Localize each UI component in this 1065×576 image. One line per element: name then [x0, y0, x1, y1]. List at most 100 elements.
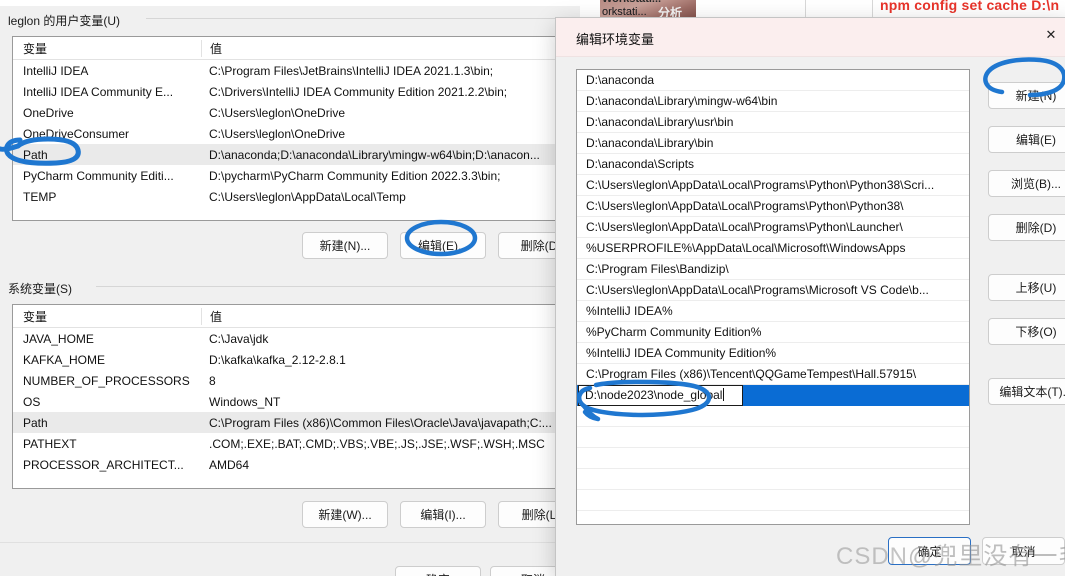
watermark-prefix: CSDN [836, 543, 909, 570]
list-item[interactable]: %IntelliJ IDEA% [577, 301, 969, 322]
table-row[interactable]: OS Windows_NT [13, 391, 566, 412]
variable-name: PROCESSOR_ARCHITECT... [23, 457, 184, 472]
table-row[interactable]: KAFKA_HOME D:\kafka\kafka_2.12-2.8.1 [13, 349, 566, 370]
variable-name: OS [23, 394, 41, 409]
move-up-button[interactable]: 上移(U) [988, 274, 1065, 301]
system-variables-group-label: 系统变量(S) [8, 282, 72, 296]
variable-name: Path [23, 415, 48, 430]
variable-value: D:\kafka\kafka_2.12-2.8.1 [209, 352, 346, 367]
variable-value: C:\Users\leglon\OneDrive [209, 126, 346, 141]
background-thumb-text-top: Workstati... [602, 0, 661, 5]
list-item[interactable]: C:\Users\leglon\AppData\Local\Programs\P… [577, 217, 969, 238]
list-item[interactable]: C:\Users\leglon\AppData\Local\Programs\P… [577, 196, 969, 217]
system-edit-button[interactable]: 编辑(I)... [400, 501, 486, 528]
new-button[interactable]: 新建(N) [988, 82, 1065, 109]
table-row-path-selected[interactable]: Path D:\anaconda;D:\anaconda\Library\min… [13, 144, 566, 165]
edit-dialog-titlebar: 编辑环境变量 ✕ [556, 18, 1065, 57]
edit-button[interactable]: 编辑(E) [988, 126, 1065, 153]
system-variables-group-rule [96, 286, 566, 287]
variable-value: 8 [209, 373, 216, 388]
user-col-variable[interactable]: 变量 [13, 40, 201, 57]
list-item-empty[interactable] [577, 469, 969, 490]
user-variables-group-label: leglon 的用户变量(U) [8, 14, 121, 28]
path-entries-listbox[interactable]: D:\anaconda D:\anaconda\Library\mingw-w6… [576, 69, 970, 525]
list-item-empty[interactable] [577, 490, 969, 511]
list-item-empty[interactable] [577, 511, 969, 524]
table-row[interactable]: PROCESSOR_ARCHITECT... AMD64 [13, 454, 566, 475]
user-variables-listbox[interactable]: 变量 值 IntelliJ IDEA C:\Program Files\JetB… [12, 36, 567, 221]
bg-divider-left [805, 0, 806, 20]
list-item[interactable]: D:\anaconda [577, 70, 969, 91]
table-row[interactable]: JAVA_HOME C:\Java\jdk [13, 328, 566, 349]
variable-name: IntelliJ IDEA Community E... [23, 84, 174, 99]
close-icon[interactable]: ✕ [1036, 24, 1065, 46]
table-row[interactable]: PyCharm Community Editi... D:\pycharm\Py… [13, 165, 566, 186]
variable-value: C:\Program Files (x86)\Common Files\Orac… [209, 415, 552, 430]
text-caret [723, 388, 725, 401]
table-row[interactable]: IntelliJ IDEA Community E... C:\Drivers\… [13, 81, 566, 102]
variable-value: C:\Drivers\IntelliJ IDEA Community Editi… [209, 84, 508, 99]
system-col-value[interactable]: 值 [201, 307, 566, 325]
list-item[interactable]: D:\anaconda\Scripts [577, 154, 969, 175]
list-item[interactable]: C:\Program Files (x86)\Tencent\QQGameTem… [577, 364, 969, 385]
variable-name: PyCharm Community Editi... [23, 168, 174, 183]
path-entry-input[interactable]: D:\node2023\node_global [578, 385, 743, 406]
table-row[interactable]: PATHEXT .COM;.EXE;.BAT;.CMD;.VBS;.VBE;.J… [13, 433, 566, 454]
list-item[interactable]: D:\anaconda\Library\mingw-w64\bin [577, 91, 969, 112]
table-row[interactable]: OneDriveConsumer C:\Users\leglon\OneDriv… [13, 123, 566, 144]
system-col-variable[interactable]: 变量 [13, 308, 201, 325]
user-col-value[interactable]: 值 [201, 39, 566, 57]
environment-variables-dialog: leglon 的用户变量(U) 变量 值 IntelliJ IDEA C:\Pr… [0, 6, 584, 576]
variable-name: OneDriveConsumer [23, 126, 130, 141]
variable-value: D:\anaconda;D:\anaconda\Library\mingw-w6… [209, 147, 540, 162]
edit-environment-variable-dialog: 编辑环境变量 ✕ D:\anaconda D:\anaconda\Library… [556, 18, 1065, 576]
list-item-editing-row[interactable]: D:\node2023\node_global [577, 385, 969, 406]
variable-value: C:\Java\jdk [209, 331, 269, 346]
variable-name: NUMBER_OF_PROCESSORS [23, 373, 190, 388]
table-row[interactable]: NUMBER_OF_PROCESSORS 8 [13, 370, 566, 391]
system-new-button[interactable]: 新建(W)... [302, 501, 388, 528]
variable-name: OneDrive [23, 105, 74, 120]
table-row[interactable]: TEMP C:\Users\leglon\AppData\Local\Temp [13, 186, 566, 207]
variable-name: TEMP [23, 189, 57, 204]
variable-value: AMD64 [209, 457, 250, 472]
list-item[interactable]: %IntelliJ IDEA Community Edition% [577, 343, 969, 364]
delete-button[interactable]: 删除(D) [988, 214, 1065, 241]
list-item[interactable]: C:\Program Files\Bandizip\ [577, 259, 969, 280]
list-item[interactable]: D:\anaconda\Library\usr\bin [577, 112, 969, 133]
env-ok-button[interactable]: 确定 [395, 566, 481, 576]
list-item[interactable]: C:\Users\leglon\AppData\Local\Programs\P… [577, 175, 969, 196]
list-item[interactable]: %USERPROFILE%\AppData\Local\Microsoft\Wi… [577, 238, 969, 259]
env-dialog-footer-separator [0, 542, 580, 543]
table-row[interactable]: OneDrive C:\Users\leglon\OneDrive [13, 102, 566, 123]
variable-value: .COM;.EXE;.BAT;.CMD;.VBS;.VBE;.JS;.JSE;.… [209, 436, 545, 451]
variable-name: PATHEXT [23, 436, 77, 451]
list-item[interactable]: C:\Users\leglon\AppData\Local\Programs\M… [577, 280, 969, 301]
move-down-button[interactable]: 下移(O) [988, 318, 1065, 345]
system-variables-listbox[interactable]: 变量 值 JAVA_HOME C:\Java\jdk KAFKA_HOME D:… [12, 304, 567, 489]
variable-name: IntelliJ IDEA [23, 63, 89, 78]
variable-value: C:\Users\leglon\OneDrive [209, 105, 346, 120]
system-variables-header-row: 变量 值 [13, 305, 566, 328]
user-edit-button[interactable]: 编辑(E)... [400, 232, 486, 259]
variable-value: Windows_NT [209, 394, 281, 409]
list-item-empty[interactable] [577, 448, 969, 469]
list-item[interactable]: D:\anaconda\Library\bin [577, 133, 969, 154]
variable-name: JAVA_HOME [23, 331, 94, 346]
list-item-empty[interactable] [577, 427, 969, 448]
variable-value: C:\Users\leglon\AppData\Local\Temp [209, 189, 406, 204]
user-new-button[interactable]: 新建(N)... [302, 232, 388, 259]
screenshot-root: Workstati... orkstati... 分析 npm config s… [0, 0, 1065, 576]
list-item[interactable]: %PyCharm Community Edition% [577, 322, 969, 343]
path-entry-input-value: D:\node2023\node_global [585, 388, 723, 402]
user-variables-header-row: 变量 值 [13, 37, 566, 60]
list-item-empty[interactable] [577, 406, 969, 427]
user-variables-group-rule [146, 18, 566, 19]
edit-text-button[interactable]: 编辑文本(T)... [988, 378, 1065, 405]
background-thumb-text-line2: orkstati... [602, 6, 647, 18]
browse-button[interactable]: 浏览(B)... [988, 170, 1065, 197]
background-red-command-text: npm config set cache D:\n [880, 0, 1060, 13]
table-row-path-selected[interactable]: Path C:\Program Files (x86)\Common Files… [13, 412, 566, 433]
table-row[interactable]: IntelliJ IDEA C:\Program Files\JetBrains… [13, 60, 566, 81]
watermark-handle: @兜里没有一毛钱 [908, 543, 1065, 570]
